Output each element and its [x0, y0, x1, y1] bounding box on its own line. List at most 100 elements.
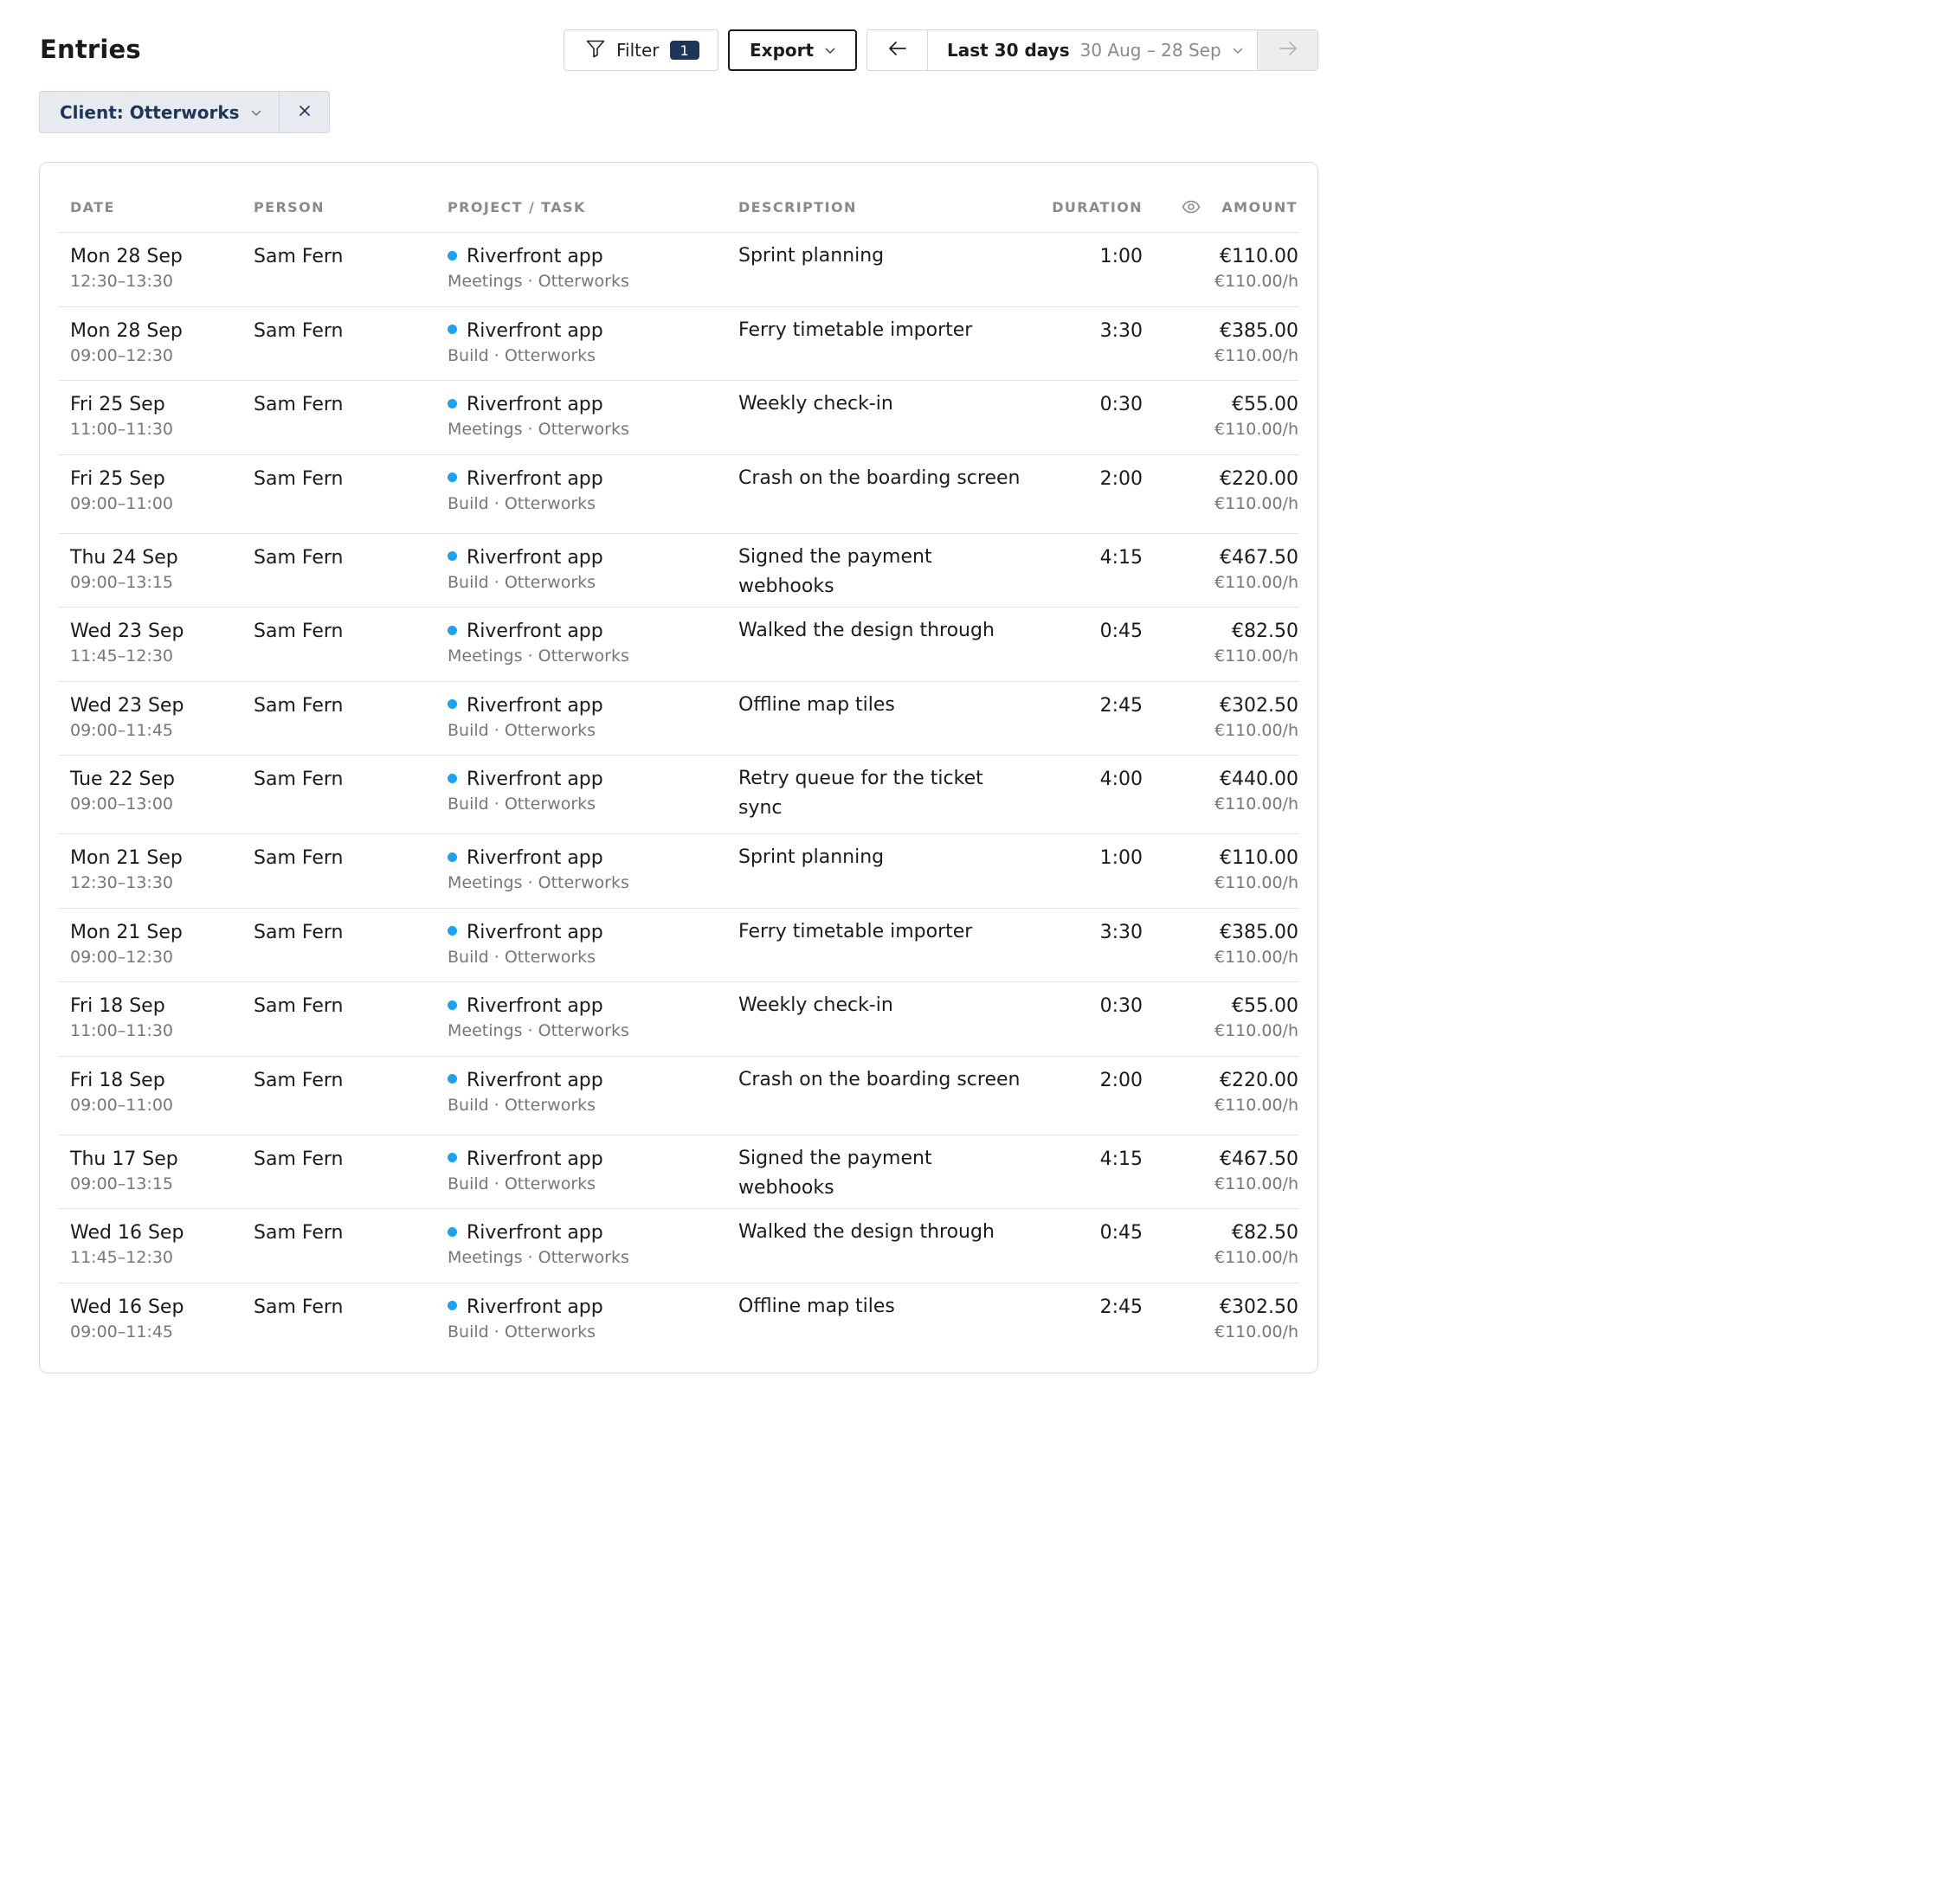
date-range-dropdown[interactable]: Last 30 days 30 Aug – 28 Sep: [928, 30, 1257, 70]
entry-time: 09:00–13:15: [70, 1174, 174, 1193]
table-row[interactable]: Mon 21 Sep 12:30–13:30 Sam Fern Riverfro…: [59, 833, 1298, 908]
entry-rate: €110.00/h: [1214, 794, 1298, 814]
entry-amount: €220.00: [1220, 467, 1298, 490]
entry-rate: €110.00/h: [1214, 720, 1298, 740]
entry-duration: 4:00: [1099, 769, 1143, 790]
entry-date-cell: Mon 21 Sep 09:00–12:30: [70, 922, 183, 967]
entry-rate: €110.00/h: [1214, 1174, 1298, 1193]
entry-description: Sprint planning: [738, 245, 885, 267]
table-row[interactable]: Wed 16 Sep 09:00–11:45 Sam Fern Riverfro…: [59, 1282, 1298, 1357]
entry-task: Meetings · Otterworks: [448, 1021, 629, 1040]
entry-project: Riverfront app: [467, 847, 603, 869]
column-header-project[interactable]: PROJECT / TASK: [448, 199, 586, 215]
entry-duration: 0:45: [1099, 621, 1143, 642]
entry-task: Build · Otterworks: [448, 794, 596, 814]
entry-amount: €82.50: [1232, 1222, 1298, 1244]
entry-date-cell: Thu 17 Sep 09:00–13:15: [70, 1148, 178, 1193]
entry-description: Weekly check-in: [738, 393, 893, 415]
table-row[interactable]: Wed 16 Sep 11:45–12:30 Sam Fern Riverfro…: [59, 1208, 1298, 1283]
entry-amount: €385.00: [1220, 921, 1298, 943]
entry-amount-cell: €385.00 €110.00/h: [1214, 320, 1298, 365]
table-row[interactable]: Tue 22 Sep 09:00–13:00 Sam Fern Riverfro…: [59, 755, 1298, 833]
table-row[interactable]: Mon 21 Sep 09:00–12:30 Sam Fern Riverfro…: [59, 907, 1298, 982]
entry-amount-cell: €220.00 €110.00/h: [1214, 1070, 1298, 1115]
entry-project: Riverfront app: [467, 995, 603, 1017]
active-filter-chip: Client: Otterworks: [39, 91, 330, 133]
entry-amount-cell: €55.00 €110.00/h: [1214, 394, 1298, 439]
column-header-description[interactable]: DESCRIPTION: [738, 199, 857, 215]
entry-date-cell: Fri 18 Sep 09:00–11:00: [70, 1070, 173, 1115]
entry-date: Thu 24 Sep: [70, 546, 178, 569]
project-color-dot: [448, 1301, 457, 1310]
entry-description: Ferry timetable importer: [738, 318, 973, 341]
entry-amount-cell: €55.00 €110.00/h: [1214, 995, 1298, 1040]
project-color-dot: [448, 926, 457, 936]
date-range-dates: 30 Aug – 28 Sep: [1079, 40, 1221, 61]
entry-time: 09:00–11:00: [70, 493, 174, 513]
entry-time: 12:30–13:30: [70, 272, 174, 291]
entry-project-cell: Riverfront app Meetings · Otterworks: [448, 621, 629, 666]
remove-filter-button[interactable]: [280, 92, 329, 132]
table-row[interactable]: Thu 24 Sep 09:00–13:15 Sam Fern Riverfro…: [59, 532, 1298, 608]
column-header-duration[interactable]: DURATION: [1052, 199, 1143, 215]
table-row[interactable]: Wed 23 Sep 11:45–12:30 Sam Fern Riverfro…: [59, 607, 1298, 681]
entry-time: 09:00–11:45: [70, 720, 174, 740]
entry-project-cell: Riverfront app Meetings · Otterworks: [448, 394, 629, 439]
table-row[interactable]: Mon 28 Sep 12:30–13:30 Sam Fern Riverfro…: [59, 232, 1298, 306]
entry-description: Walked the design through: [738, 620, 995, 641]
column-header-person[interactable]: PERSON: [254, 199, 325, 215]
entry-amount-cell: €467.50 €110.00/h: [1214, 547, 1298, 592]
entry-task: Meetings · Otterworks: [448, 646, 629, 666]
entry-date: Mon 28 Sep: [70, 246, 183, 267]
entries-table: DATE PERSON PROJECT / TASK DESCRIPTION D…: [39, 162, 1318, 1373]
entry-date: Fri 18 Sep: [70, 1069, 165, 1091]
entry-task: Meetings · Otterworks: [448, 272, 629, 291]
entry-date-cell: Fri 25 Sep 09:00–11:00: [70, 468, 173, 513]
entry-time: 09:00–13:15: [70, 572, 174, 592]
arrow-left-icon: [888, 41, 907, 60]
entry-duration: 0:30: [1099, 394, 1143, 415]
entry-project: Riverfront app: [467, 1148, 603, 1170]
entry-date-cell: Wed 16 Sep 09:00–11:45: [70, 1296, 184, 1341]
table-row[interactable]: Fri 18 Sep 09:00–11:00 Sam Fern Riverfro…: [59, 1055, 1298, 1135]
filter-button[interactable]: Filter 1: [564, 29, 718, 71]
entry-time: 09:00–12:30: [70, 345, 174, 365]
table-row[interactable]: Fri 18 Sep 11:00–11:30 Sam Fern Riverfro…: [59, 981, 1298, 1056]
entry-date: Wed 16 Sep: [70, 1222, 184, 1244]
next-period-button[interactable]: [1257, 30, 1317, 70]
client-filter-dropdown[interactable]: Client: Otterworks: [40, 92, 280, 132]
entry-amount: €220.00: [1220, 1069, 1298, 1091]
entry-task: Build · Otterworks: [448, 1322, 596, 1341]
entry-date-cell: Fri 25 Sep 11:00–11:30: [70, 394, 173, 439]
project-color-dot: [448, 1226, 457, 1237]
entry-description: Crash on the boarding screen: [738, 466, 1021, 489]
entry-amount-cell: €220.00 €110.00/h: [1214, 468, 1298, 513]
entry-project: Riverfront app: [467, 769, 603, 790]
project-color-dot: [448, 325, 457, 334]
table-row[interactable]: Thu 17 Sep 09:00–13:15 Sam Fern Riverfro…: [59, 1134, 1298, 1209]
column-header-date[interactable]: DATE: [70, 199, 115, 215]
eye-icon[interactable]: [1182, 199, 1201, 218]
entry-duration: 1:00: [1099, 246, 1143, 267]
entry-date-cell: Mon 28 Sep 09:00–12:30: [70, 320, 183, 365]
entry-duration: 2:45: [1099, 1296, 1143, 1318]
entry-project-cell: Riverfront app Build · Otterworks: [448, 320, 603, 365]
page-title: Entries: [40, 35, 141, 64]
entry-task: Build · Otterworks: [448, 720, 596, 740]
export-button[interactable]: Export: [728, 29, 857, 71]
entry-date-cell: Wed 23 Sep 09:00–11:45: [70, 695, 184, 740]
entry-task: Build · Otterworks: [448, 493, 596, 513]
previous-period-button[interactable]: [867, 30, 928, 70]
table-row[interactable]: Fri 25 Sep 09:00–11:00 Sam Fern Riverfro…: [59, 453, 1298, 533]
table-row[interactable]: Wed 23 Sep 09:00–11:45 Sam Fern Riverfro…: [59, 680, 1298, 756]
table-row[interactable]: Mon 28 Sep 09:00–12:30 Sam Fern Riverfro…: [59, 306, 1298, 381]
table-row[interactable]: Fri 25 Sep 11:00–11:30 Sam Fern Riverfro…: [59, 380, 1298, 454]
entry-rate: €110.00/h: [1214, 1095, 1298, 1115]
column-header-amount[interactable]: AMOUNT: [1221, 199, 1298, 215]
project-color-dot: [448, 773, 457, 783]
entry-project-cell: Riverfront app Build · Otterworks: [448, 468, 603, 513]
filter-count-badge: 1: [669, 41, 699, 60]
entry-amount: €467.50: [1220, 1148, 1298, 1170]
entry-amount: €110.00: [1220, 246, 1298, 267]
arrow-right-icon: [1279, 41, 1298, 60]
